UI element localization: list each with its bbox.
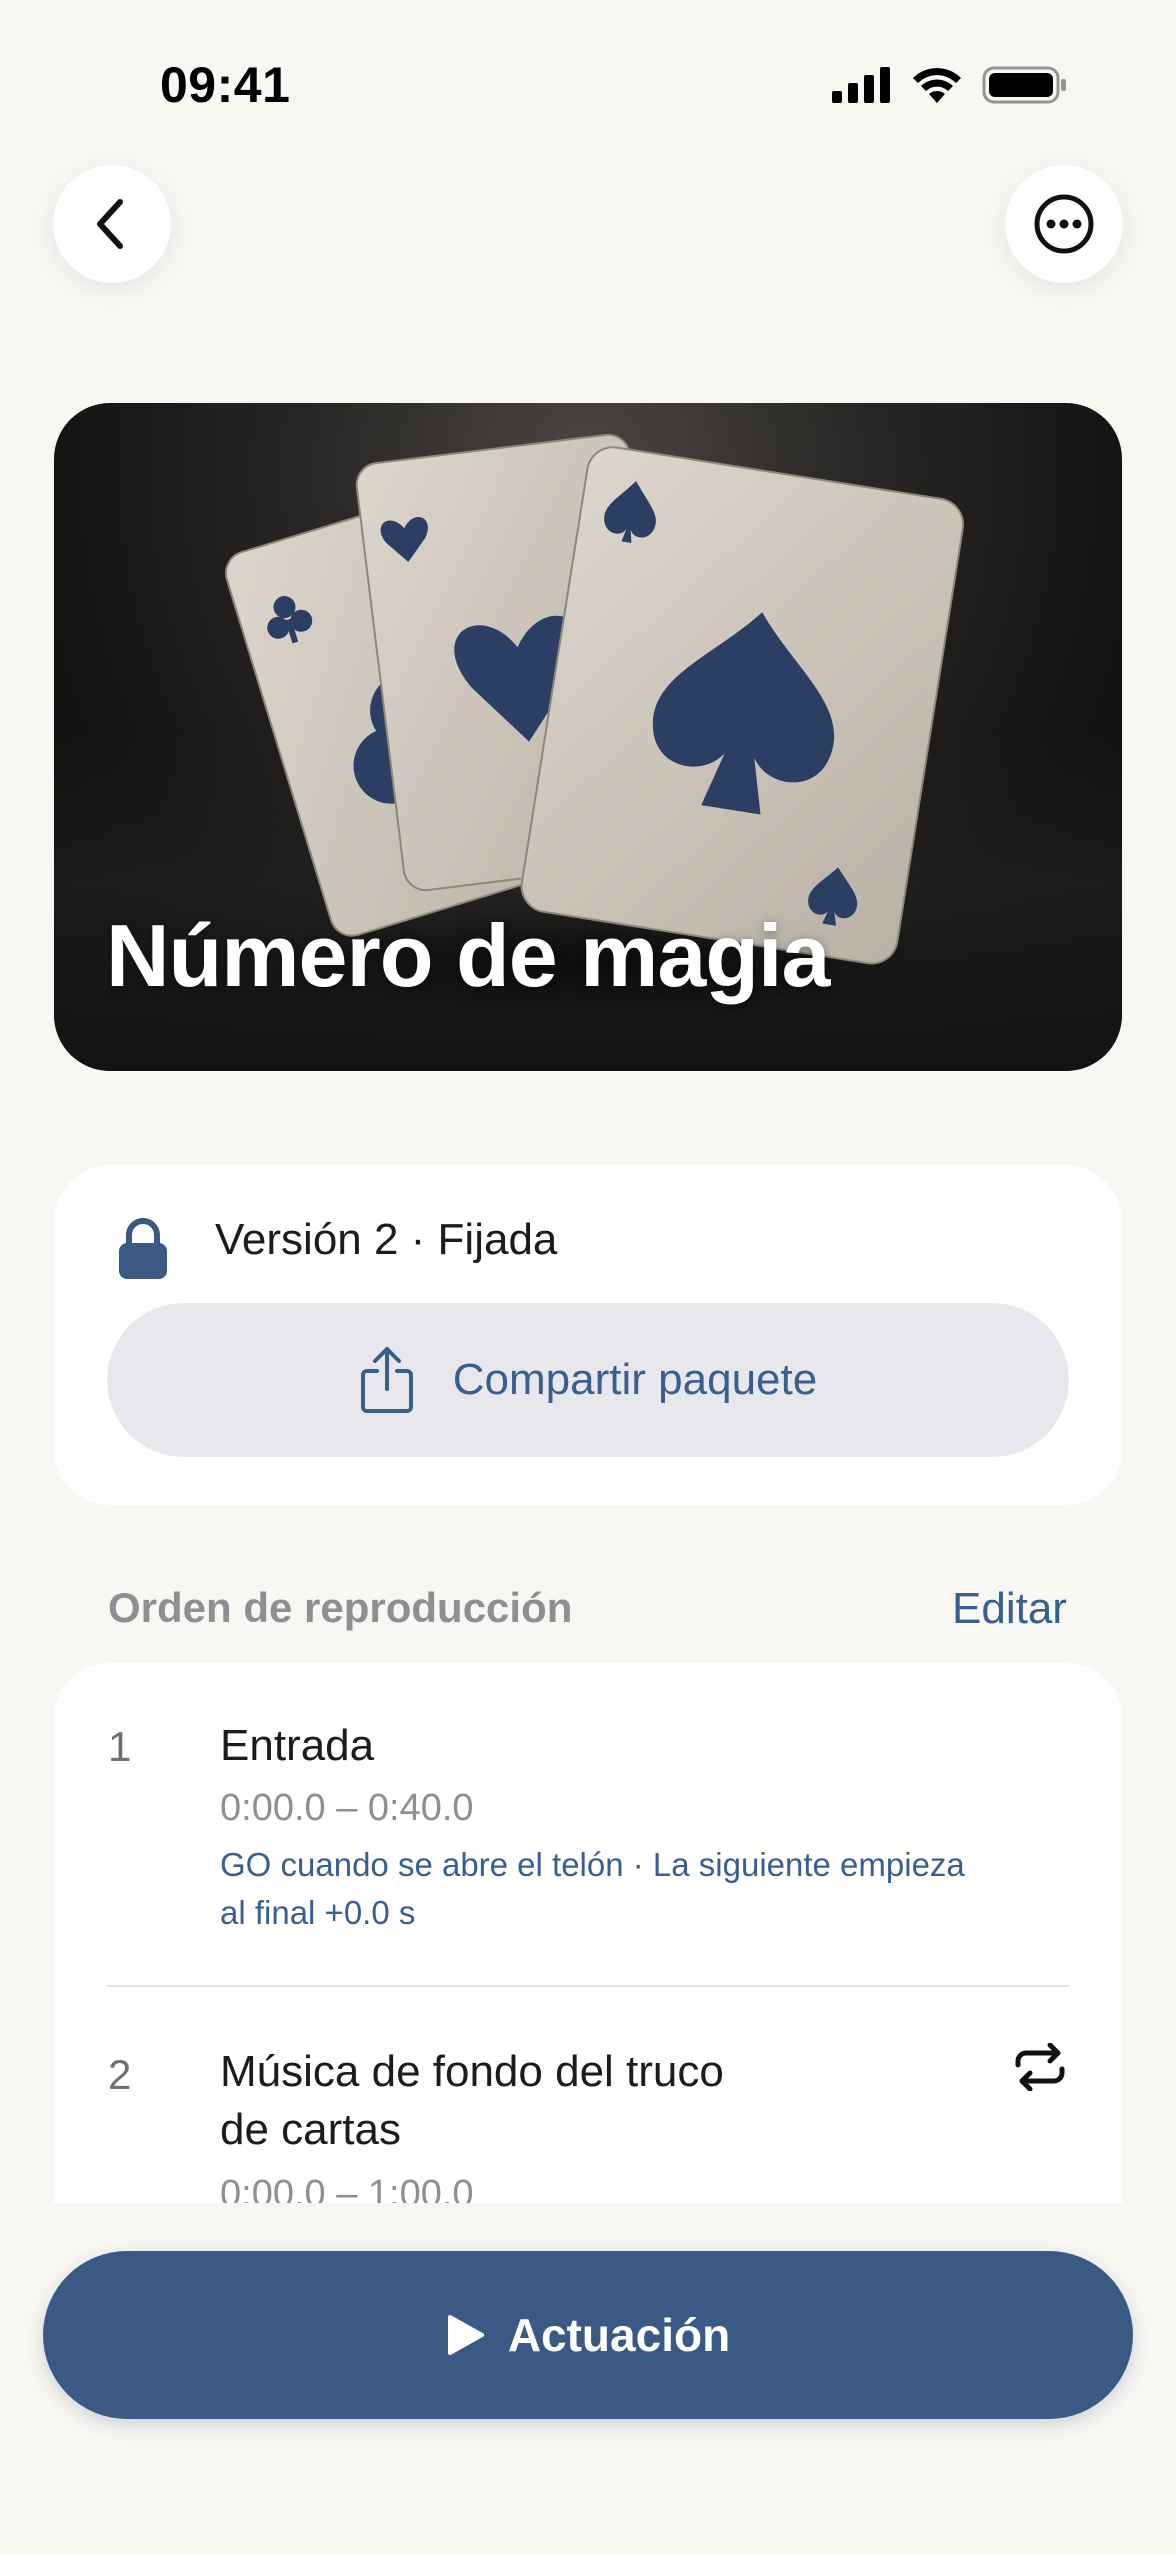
cue-time-range: 0:00.0 – 0:40.0 <box>220 1787 474 1829</box>
cue-name-line: Música de fondo del truco <box>220 2047 724 2096</box>
ellipsis-circle-icon <box>1034 194 1094 254</box>
chevron-left-icon <box>97 199 123 249</box>
section-title: Orden de reproducción <box>108 1584 573 1631</box>
status-icons <box>830 60 1068 110</box>
share-package-label: Compartir paquete <box>452 1355 818 1404</box>
cue-time-range: 0:00.0 – 1:00.0 <box>220 2173 474 2203</box>
divider <box>107 1985 1069 1987</box>
cue-list: 1 Entrada 0:00.0 – 0:40.0 GO cuando se a… <box>54 1663 1122 2203</box>
battery-icon <box>982 66 1066 104</box>
back-button[interactable] <box>53 165 171 283</box>
cue-note-line: al final +0.0 s <box>220 1894 416 1931</box>
share-package-button[interactable]: Compartir paquete <box>107 1303 1069 1457</box>
cue-name-line: de cartas <box>220 2105 401 2154</box>
hero-card: Número de magia <box>54 403 1122 1071</box>
signal-icon <box>832 67 890 103</box>
wifi-icon <box>913 68 961 103</box>
more-button[interactable] <box>1005 165 1123 283</box>
cue-note: GO cuando se abre el telón · La siguient… <box>220 1841 1080 1937</box>
cue-number: 2 <box>108 2051 132 2098</box>
share-icon <box>360 1347 413 1413</box>
play-icon <box>447 2315 484 2355</box>
version-label: Versión 2 · Fijada <box>215 1215 558 1264</box>
cue-name: Entrada <box>220 1721 375 1770</box>
status-time: 09:41 <box>160 57 291 113</box>
hero-title: Número de magia <box>106 906 830 1005</box>
lock-icon <box>119 1218 167 1279</box>
cue-name: Música de fondo del truco de cartas <box>220 2043 724 2159</box>
status-bar: 09:41 <box>0 0 1176 170</box>
cue-note-line: GO cuando se abre el telón · La siguient… <box>220 1846 965 1883</box>
version-card: Versión 2 · Fijada Compartir paquete <box>54 1165 1122 1505</box>
edit-button[interactable]: Editar <box>952 1584 1067 1634</box>
perform-button[interactable]: Actuación <box>43 2251 1133 2419</box>
cue-number: 1 <box>108 1723 132 1770</box>
repeat-icon <box>1015 2043 1065 2091</box>
perform-label: Actuación <box>507 2309 731 2361</box>
